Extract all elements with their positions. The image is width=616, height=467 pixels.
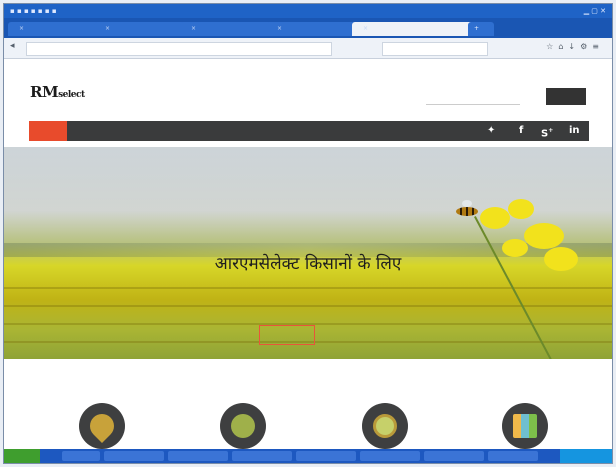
web-page: RMselect ✦ f S+ in आरएमसेलेक्ट किसानों क…	[4, 59, 612, 449]
site-logo[interactable]: RMselect	[30, 83, 85, 101]
close-icon[interactable]: ×	[105, 25, 110, 32]
taskbar-item[interactable]	[424, 451, 484, 461]
nav-item-3[interactable]	[177, 121, 239, 141]
nav-item-english[interactable]	[425, 121, 455, 141]
close-icon[interactable]: ×	[363, 25, 368, 32]
screen-frame: ▪ ▪ ▪ ▪ ▪ ▪ ▪ ▁ ▢ ✕ × × × × × + ◂ ☆⌂↓⚙≡ …	[4, 4, 612, 463]
feature-circle-2[interactable]	[220, 403, 266, 449]
field-globe-icon	[231, 414, 255, 438]
nav-item-5[interactable]	[307, 121, 351, 141]
mustard-flower	[480, 207, 510, 229]
os-title-bar: ▪ ▪ ▪ ▪ ▪ ▪ ▪ ▁ ▢ ✕	[4, 4, 612, 18]
map-pin-crop-icon	[85, 409, 119, 443]
close-icon[interactable]: ×	[191, 25, 196, 32]
close-icon[interactable]: ×	[19, 25, 24, 32]
facebook-icon[interactable]: f	[519, 121, 523, 141]
address-bar: ◂ ☆⌂↓⚙≡	[4, 38, 612, 59]
taskbar-item[interactable]	[296, 451, 356, 461]
os-window-controls[interactable]: ▁ ▢ ✕	[584, 4, 606, 18]
url-field[interactable]	[26, 42, 332, 56]
site-search-button[interactable]	[546, 88, 586, 105]
close-icon[interactable]: ×	[277, 25, 282, 32]
browser-tab-active[interactable]: ×	[352, 22, 474, 36]
nav-item-home[interactable]	[29, 121, 67, 141]
bee-wing	[462, 200, 472, 207]
back-arrow-icon[interactable]: ◂	[10, 41, 15, 51]
os-menu: ▪ ▪ ▪ ▪ ▪ ▪ ▪	[10, 7, 57, 15]
mustard-flower	[524, 223, 564, 249]
feature-icons-row	[4, 385, 612, 449]
field-row	[4, 287, 612, 289]
bee-image	[456, 207, 478, 216]
feature-circle-3[interactable]	[362, 403, 408, 449]
feature-circle-1[interactable]	[79, 403, 125, 449]
main-navigation: ✦ f S+ in	[29, 121, 589, 141]
google-plus-icon[interactable]: S+	[541, 121, 553, 141]
hero-read-more-button[interactable]	[259, 325, 315, 345]
taskbar-item[interactable]	[488, 451, 538, 461]
mustard-flower	[508, 199, 534, 219]
twitter-icon[interactable]: ✦	[487, 121, 495, 141]
logo-wordmark: RMselect	[30, 83, 85, 101]
taskbar-item[interactable]	[168, 451, 228, 461]
browser-tab-4[interactable]: ×	[266, 22, 358, 36]
feature-circle-4[interactable]	[502, 403, 548, 449]
magnifier-plant-icon	[373, 414, 397, 438]
system-tray[interactable]	[560, 449, 612, 463]
nav-item-6[interactable]	[371, 121, 397, 141]
nav-item-4[interactable]	[255, 121, 277, 141]
bar-chart-icon	[513, 414, 537, 438]
toolbar-icons[interactable]: ☆⌂↓⚙≡	[546, 42, 604, 51]
browser-search-field[interactable]	[382, 42, 488, 56]
browser-tab-strip: × × × × × +	[4, 18, 612, 38]
hero-title: आरएमसेलेक्ट किसानों के लिए	[214, 254, 402, 274]
new-tab-button[interactable]: +	[468, 22, 494, 36]
taskbar-item[interactable]	[62, 451, 100, 461]
taskbar-item[interactable]	[360, 451, 420, 461]
browser-tab-1[interactable]: ×	[8, 22, 100, 36]
browser-tab-2[interactable]: ×	[94, 22, 186, 36]
start-button[interactable]	[4, 449, 40, 463]
site-search-input[interactable]	[426, 88, 520, 105]
os-taskbar	[4, 449, 612, 463]
sky-haze	[4, 147, 612, 237]
browser-tab-3[interactable]: ×	[180, 22, 272, 36]
nav-item-2[interactable]	[89, 121, 159, 141]
hero-banner: आरएमसेलेक्ट किसानों के लिए	[4, 147, 612, 359]
taskbar-item[interactable]	[104, 451, 164, 461]
taskbar-item[interactable]	[232, 451, 292, 461]
linkedin-icon[interactable]: in	[569, 121, 580, 141]
